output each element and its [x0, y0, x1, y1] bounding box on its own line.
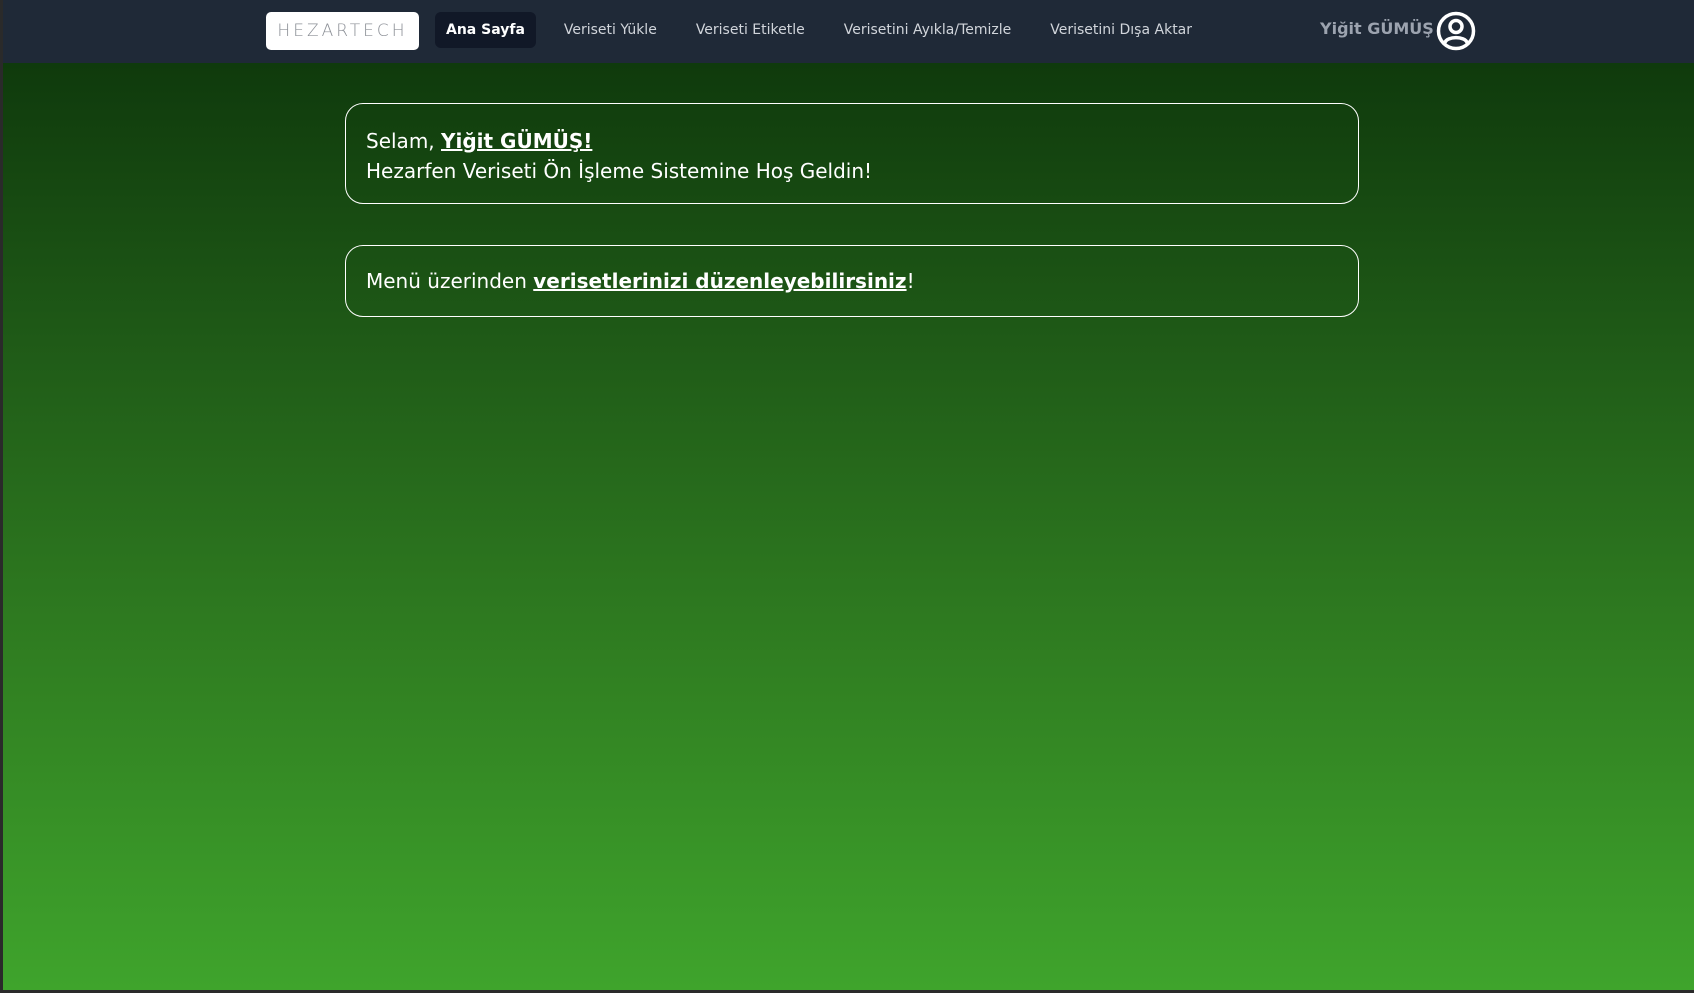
user-name[interactable]: Yiğit GÜMÜŞ	[1320, 19, 1434, 38]
greeting-line: Selam, Yiğit GÜMÜŞ!	[366, 126, 1338, 156]
info-prefix: Menü üzerinden	[366, 269, 534, 293]
logo-text: HEZARTECH	[277, 21, 408, 41]
info-suffix: !	[906, 269, 915, 293]
edit-datasets-link[interactable]: verisetlerinizi düzenleyebilirsiniz	[533, 269, 906, 293]
info-card: Menü üzerinden verisetlerinizi düzenleye…	[345, 245, 1359, 317]
welcome-message: Hezarfen Veriseti Ön İşleme Sistemine Ho…	[366, 159, 873, 183]
nav-link-verisetini-disa-aktar[interactable]: Verisetini Dışa Aktar	[1039, 12, 1203, 48]
nav-link-veriseti-yukle[interactable]: Veriseti Yükle	[553, 12, 668, 48]
nav-link-verisetini-ayikla-temizle[interactable]: Verisetini Ayıkla/Temizle	[833, 12, 1023, 48]
navbar: HEZARTECH Ana Sayfa Veriseti Yükle Veris…	[3, 0, 1694, 63]
nav-link-ana-sayfa[interactable]: Ana Sayfa	[435, 12, 536, 48]
welcome-card: Selam, Yiğit GÜMÜŞ! Hezarfen Veriseti Ön…	[345, 103, 1359, 204]
greeting-user-link[interactable]: Yiğit GÜMÜŞ!	[441, 129, 592, 153]
app-frame: HEZARTECH Ana Sayfa Veriseti Yükle Veris…	[0, 0, 1694, 993]
nav-link-veriseti-etiketle[interactable]: Veriseti Etiketle	[685, 12, 816, 48]
user-circle-icon[interactable]	[1436, 11, 1476, 51]
main-content: Selam, Yiğit GÜMÜŞ! Hezarfen Veriseti Ön…	[3, 63, 1694, 990]
nav-links: Ana Sayfa Veriseti Yükle Veriseti Etiket…	[435, 12, 1220, 48]
greeting-prefix: Selam,	[366, 129, 442, 153]
brand-logo[interactable]: HEZARTECH	[266, 12, 419, 50]
